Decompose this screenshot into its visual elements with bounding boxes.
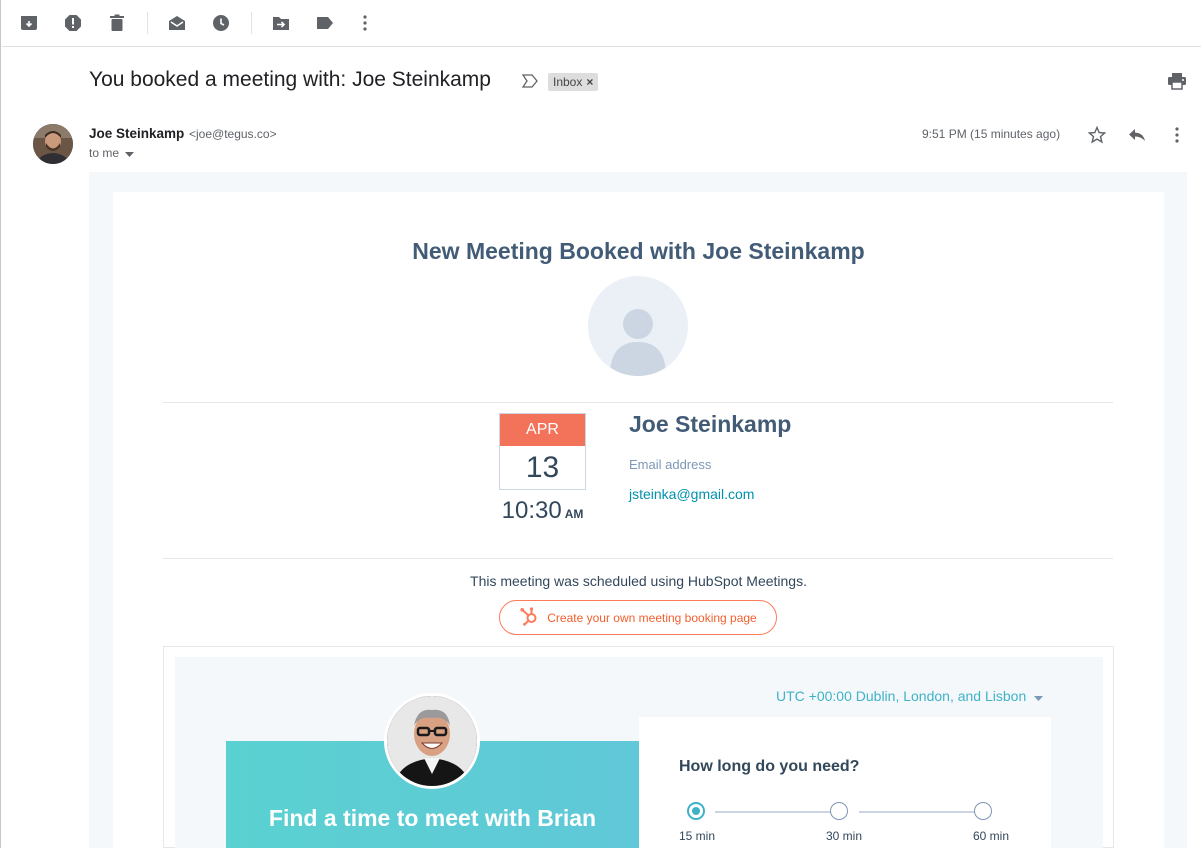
remove-label-icon[interactable]: × xyxy=(586,73,593,91)
caret-down-icon xyxy=(1034,688,1044,704)
sender-avatar[interactable] xyxy=(33,124,73,164)
snooze-icon[interactable] xyxy=(211,13,231,33)
delete-icon[interactable] xyxy=(107,13,127,33)
hubspot-sprocket-icon xyxy=(519,606,539,629)
email-address-label: Email address xyxy=(629,457,712,472)
duration-label-15: 15 min xyxy=(679,829,716,843)
duration-track xyxy=(715,811,831,813)
toolbar-divider xyxy=(147,12,148,34)
create-booking-page-button[interactable]: Create your own meeting booking page xyxy=(499,600,777,635)
report-spam-icon[interactable] xyxy=(63,13,83,33)
duration-option-60[interactable] xyxy=(974,802,992,820)
recipient-details[interactable]: to me xyxy=(89,146,135,160)
toolbar-divider xyxy=(251,12,252,34)
booking-banner-title: Find a time to meet with Brian xyxy=(268,805,597,831)
move-to-icon[interactable] xyxy=(271,13,291,33)
contact-email-link[interactable]: jsteinka@gmail.com xyxy=(629,486,754,502)
timezone-select[interactable]: UTC +00:00 Dublin, London, and Lisbon xyxy=(776,688,1044,704)
duration-option-15[interactable] xyxy=(687,802,705,820)
meeting-time-ampm: AM xyxy=(564,507,584,521)
divider xyxy=(163,558,1113,559)
sender-name[interactable]: Joe Steinkamp xyxy=(89,126,184,141)
recipient-text: to me xyxy=(89,146,120,160)
message-toolbar xyxy=(2,0,1201,47)
contact-name: Joe Steinkamp xyxy=(629,411,792,437)
message-time: 9:51 PM (15 minutes ago) xyxy=(922,127,1061,141)
print-icon[interactable] xyxy=(1167,72,1187,95)
sender-email: <joe@tegus.co> xyxy=(189,127,277,141)
duration-track xyxy=(859,811,975,813)
meeting-time: 10:30 AM xyxy=(499,497,586,525)
mark-unread-icon[interactable] xyxy=(167,13,187,33)
archive-icon[interactable] xyxy=(19,13,39,33)
timezone-value: UTC +00:00 Dublin, London, and Lisbon xyxy=(776,688,1027,704)
label-icon[interactable] xyxy=(315,13,335,33)
duration-label-30: 30 min xyxy=(826,829,863,843)
chevron-down-icon[interactable] xyxy=(125,146,135,160)
calendar-day: 13 xyxy=(525,451,560,484)
duration-title: How long do you need? xyxy=(679,758,860,775)
default-avatar-icon xyxy=(588,276,688,376)
host-avatar xyxy=(384,693,480,789)
scheduled-note: This meeting was scheduled using HubSpot… xyxy=(470,573,807,589)
meeting-time-value: 10:30 xyxy=(501,497,562,524)
duration-option-30[interactable] xyxy=(830,802,848,820)
calendar-month: APR xyxy=(500,414,585,446)
duration-label-60: 60 min xyxy=(973,829,1010,843)
create-booking-page-label: Create your own meeting booking page xyxy=(547,610,757,625)
more-vert-icon[interactable] xyxy=(355,13,375,33)
calendar-date-badge: APR 13 xyxy=(499,413,586,490)
inbox-label-chip: Inbox × xyxy=(548,73,599,91)
more-options-icon[interactable] xyxy=(1166,124,1188,146)
inbox-label-text: Inbox xyxy=(553,75,583,89)
message-subject: You booked a meeting with: Joe Steinkamp xyxy=(89,68,491,91)
reply-icon[interactable] xyxy=(1126,124,1148,146)
importance-marker-icon[interactable] xyxy=(521,74,538,93)
email-window: You booked a meeting with: Joe Steinkamp… xyxy=(0,0,1201,848)
divider xyxy=(163,402,1113,403)
email-headline: New Meeting Booked with Joe Steinkamp xyxy=(412,238,865,264)
star-icon[interactable] xyxy=(1086,124,1108,146)
